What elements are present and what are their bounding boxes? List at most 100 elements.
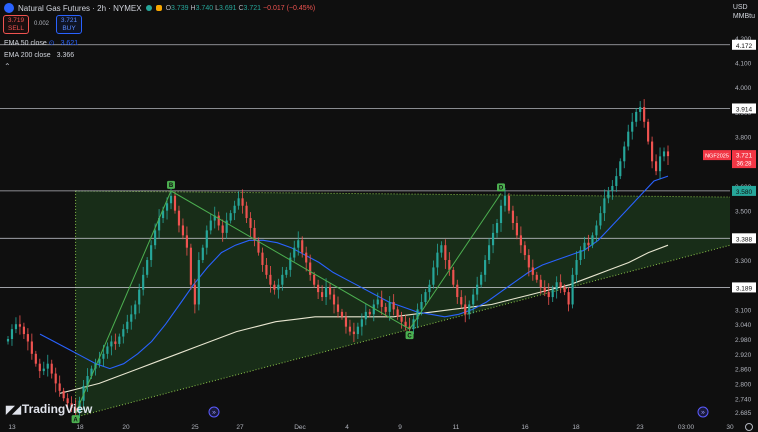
x-tick-label: 18 bbox=[572, 424, 580, 431]
x-tick-label: 18 bbox=[76, 424, 84, 431]
symbol-header[interactable]: Natural Gas Futures · 2h · NYMEX O3.739 … bbox=[4, 3, 315, 13]
y-tick-label: 2.980 bbox=[735, 337, 752, 344]
settings-icon[interactable] bbox=[745, 423, 753, 431]
level-price-label: 3.580 bbox=[736, 189, 753, 196]
triangle-pattern-fill bbox=[75, 190, 731, 418]
candle-body bbox=[567, 292, 570, 305]
x-tick-label: 13 bbox=[8, 424, 16, 431]
candle-body bbox=[599, 213, 602, 226]
candle-body bbox=[396, 309, 399, 317]
ema200-legend[interactable]: EMA 200 close 3.366 bbox=[4, 52, 74, 59]
candle-body bbox=[539, 279, 542, 288]
level-price-label: 4.172 bbox=[736, 43, 753, 50]
current-price-label: 3.721 bbox=[736, 153, 753, 160]
candle-body bbox=[217, 215, 220, 226]
candle-body bbox=[102, 353, 105, 359]
candle-body bbox=[138, 289, 141, 305]
candle-body bbox=[336, 304, 340, 312]
y-tick-label: 2.685 bbox=[735, 410, 752, 417]
candle-body bbox=[237, 198, 240, 206]
market-status-icon bbox=[145, 5, 152, 11]
candle-body bbox=[142, 274, 145, 290]
candle-body bbox=[173, 195, 177, 211]
y-tick-label: 2.740 bbox=[735, 396, 752, 403]
y-tick-label: 4.100 bbox=[735, 61, 752, 68]
candle-body bbox=[551, 289, 554, 298]
candle-body bbox=[432, 267, 435, 285]
ema50-legend[interactable]: EMA 50 close ⊙ 3.621 bbox=[4, 39, 78, 47]
candle-body bbox=[348, 326, 352, 332]
candle-body bbox=[181, 225, 185, 236]
candle-body bbox=[452, 269, 455, 285]
candle-body bbox=[185, 235, 189, 248]
candle-body bbox=[376, 299, 379, 305]
sell-button[interactable]: 3.719 SELL bbox=[3, 15, 29, 34]
candle-body bbox=[607, 190, 610, 199]
candle-body bbox=[651, 141, 654, 162]
candle-body bbox=[38, 363, 41, 372]
candle-body bbox=[169, 195, 173, 204]
candle-body bbox=[499, 205, 503, 223]
candle-body bbox=[42, 368, 45, 372]
candle-body bbox=[519, 235, 522, 246]
candle-body bbox=[436, 252, 439, 268]
price-chart[interactable]: 4.2004.1004.0003.9003.8003.7003.6003.500… bbox=[0, 0, 758, 432]
symbol-title[interactable]: Natural Gas Futures · 2h · NYMEX bbox=[18, 4, 142, 13]
candle-body bbox=[233, 205, 236, 214]
candle-body bbox=[587, 242, 590, 246]
candle-body bbox=[10, 329, 14, 340]
y-tick-label: 3.040 bbox=[735, 322, 752, 329]
candle-body bbox=[324, 287, 328, 298]
candle-body bbox=[444, 245, 447, 261]
candle-body bbox=[313, 274, 316, 285]
candle-body bbox=[571, 274, 574, 305]
candle-body bbox=[503, 195, 507, 206]
candle-body bbox=[332, 294, 336, 305]
candle-body bbox=[50, 363, 53, 374]
candle-body bbox=[154, 230, 157, 246]
candle-body bbox=[420, 301, 423, 310]
tradingview-logo: ◤◢ TradingView bbox=[6, 402, 93, 416]
x-tick-label: 27 bbox=[236, 424, 244, 431]
candle-body bbox=[46, 363, 49, 369]
candle-body bbox=[603, 198, 606, 214]
candle-body bbox=[146, 260, 149, 275]
candle-body bbox=[384, 306, 387, 312]
collapse-legend-icon[interactable]: ⌃ bbox=[4, 62, 11, 71]
candle-body bbox=[261, 252, 264, 265]
candle-body bbox=[662, 151, 666, 157]
candle-body bbox=[177, 210, 181, 226]
candle-body bbox=[523, 245, 526, 256]
candle-body bbox=[229, 213, 232, 221]
candle-body bbox=[6, 339, 10, 342]
candle-body bbox=[639, 106, 642, 112]
pattern-point-label: A bbox=[73, 417, 78, 423]
candle-body bbox=[297, 240, 300, 248]
candle-body bbox=[114, 341, 117, 344]
candle-body bbox=[480, 274, 483, 285]
candle-body bbox=[340, 311, 344, 317]
candle-body bbox=[468, 304, 471, 315]
buy-button[interactable]: 3.721 BUY bbox=[56, 15, 82, 34]
candle-body bbox=[277, 284, 280, 290]
candle-body bbox=[54, 373, 57, 384]
level-price-label: 3.388 bbox=[736, 236, 753, 243]
candle-body bbox=[285, 269, 288, 275]
candle-body bbox=[106, 346, 109, 354]
candle-body bbox=[301, 240, 304, 253]
candle-body bbox=[368, 311, 371, 315]
candle-body bbox=[400, 316, 403, 322]
y-tick-label: 3.100 bbox=[735, 307, 752, 314]
candle-body bbox=[487, 245, 491, 261]
candle-body bbox=[464, 304, 467, 315]
candle-body bbox=[134, 304, 137, 315]
candle-body bbox=[460, 297, 463, 305]
ohlc-readout: O3.739 H3.740 L3.691 C3.721 −0.017 (−0.4… bbox=[165, 4, 316, 12]
candle-body bbox=[245, 205, 248, 219]
y-tick-label: 3.500 bbox=[735, 209, 752, 216]
candle-body bbox=[472, 294, 475, 305]
candle-body bbox=[317, 284, 320, 293]
y-tick-label: 2.800 bbox=[735, 381, 752, 388]
candle-body bbox=[189, 247, 192, 285]
candle-body bbox=[26, 334, 29, 342]
